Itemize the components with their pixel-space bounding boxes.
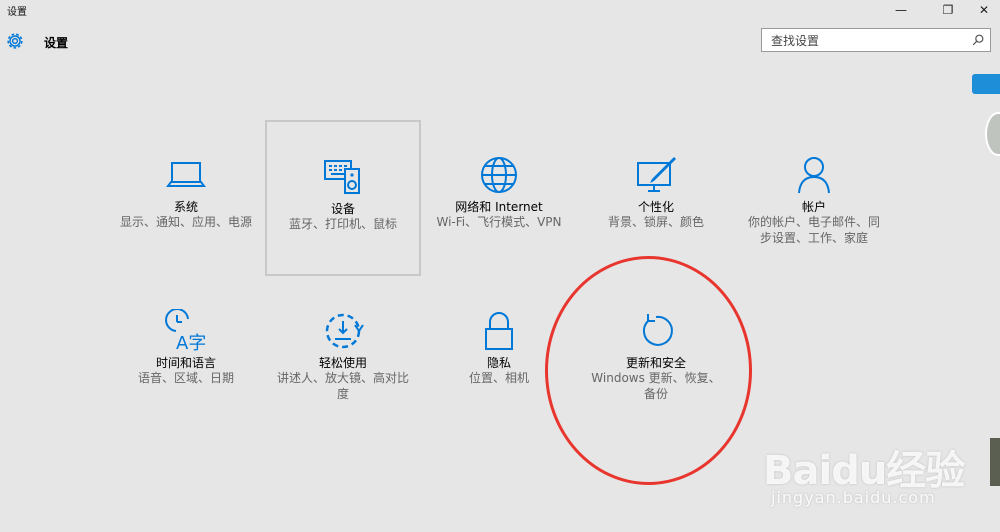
tile-time-language[interactable]: A字 时间和语言 语音、区域、日期 bbox=[108, 276, 264, 432]
maximize-button[interactable]: ❐ bbox=[932, 0, 964, 20]
tile-desc: Wi-Fi、飞行模式、VPN bbox=[436, 215, 562, 229]
personalization-icon bbox=[637, 157, 676, 192]
search-icon[interactable] bbox=[971, 33, 985, 47]
tile-title: 网络和 Internet bbox=[455, 200, 543, 214]
devices-icon bbox=[324, 160, 360, 194]
highlight-circle bbox=[545, 256, 752, 485]
watermark: Baidu经验 jingyan.baidu.com bbox=[763, 420, 983, 515]
side-share-button[interactable] bbox=[972, 74, 1000, 94]
tile-system[interactable]: 系统 显示、通知、应用、电源 bbox=[108, 120, 264, 276]
tile-desc: 语音、区域、日期 bbox=[137, 371, 234, 385]
lock-icon bbox=[485, 312, 513, 350]
tile-title: 设备 bbox=[330, 202, 355, 216]
person-icon bbox=[798, 157, 830, 194]
tile-devices[interactable]: 设备 蓝牙、打印机、鼠标 bbox=[265, 120, 421, 276]
tile-personalization[interactable]: 个性化 背景、锁屏、颜色 bbox=[578, 120, 734, 276]
tile-title: 时间和语言 bbox=[155, 356, 216, 370]
tile-ease-of-access[interactable]: 轻松使用 讲述人、放大镜、高对比度 bbox=[265, 276, 421, 432]
tile-desc: 背景、锁屏、颜色 bbox=[607, 215, 704, 229]
search-box[interactable] bbox=[761, 28, 991, 52]
tile-desc: 显示、通知、应用、电源 bbox=[119, 215, 252, 229]
page-title: 设置 bbox=[44, 36, 69, 50]
tile-title: 轻松使用 bbox=[318, 356, 367, 370]
search-input[interactable] bbox=[769, 30, 973, 52]
ease-of-access-icon bbox=[325, 313, 364, 349]
tile-desc: 蓝牙、打印机、鼠标 bbox=[288, 217, 397, 231]
watermark-url: jingyan.baidu.com bbox=[771, 488, 936, 507]
tile-desc: 讲述人、放大镜、高对比度 bbox=[276, 371, 409, 401]
svg-text:A字: A字 bbox=[176, 333, 206, 353]
tile-title: 帐户 bbox=[801, 200, 826, 214]
side-thumbnail bbox=[990, 438, 1000, 486]
tile-title: 个性化 bbox=[637, 200, 674, 214]
avatar[interactable] bbox=[985, 112, 1000, 156]
tile-desc: 你的帐户、电子邮件、同步设置、工作、家庭 bbox=[747, 215, 880, 245]
laptop-icon bbox=[166, 162, 206, 187]
minimize-button[interactable]: — bbox=[885, 0, 917, 20]
globe-icon bbox=[481, 157, 517, 193]
time-language-icon: A字 bbox=[165, 309, 206, 353]
close-button[interactable]: ✕ bbox=[968, 0, 1000, 20]
gear-icon bbox=[7, 33, 23, 49]
title-bar: 设置 — ❐ ✕ bbox=[0, 0, 1000, 22]
tile-title: 系统 bbox=[173, 200, 198, 214]
tile-accounts[interactable]: 帐户 你的帐户、电子邮件、同步设置、工作、家庭 bbox=[736, 120, 892, 276]
window-title: 设置 bbox=[7, 7, 27, 18]
tile-network[interactable]: 网络和 Internet Wi-Fi、飞行模式、VPN bbox=[421, 120, 577, 276]
